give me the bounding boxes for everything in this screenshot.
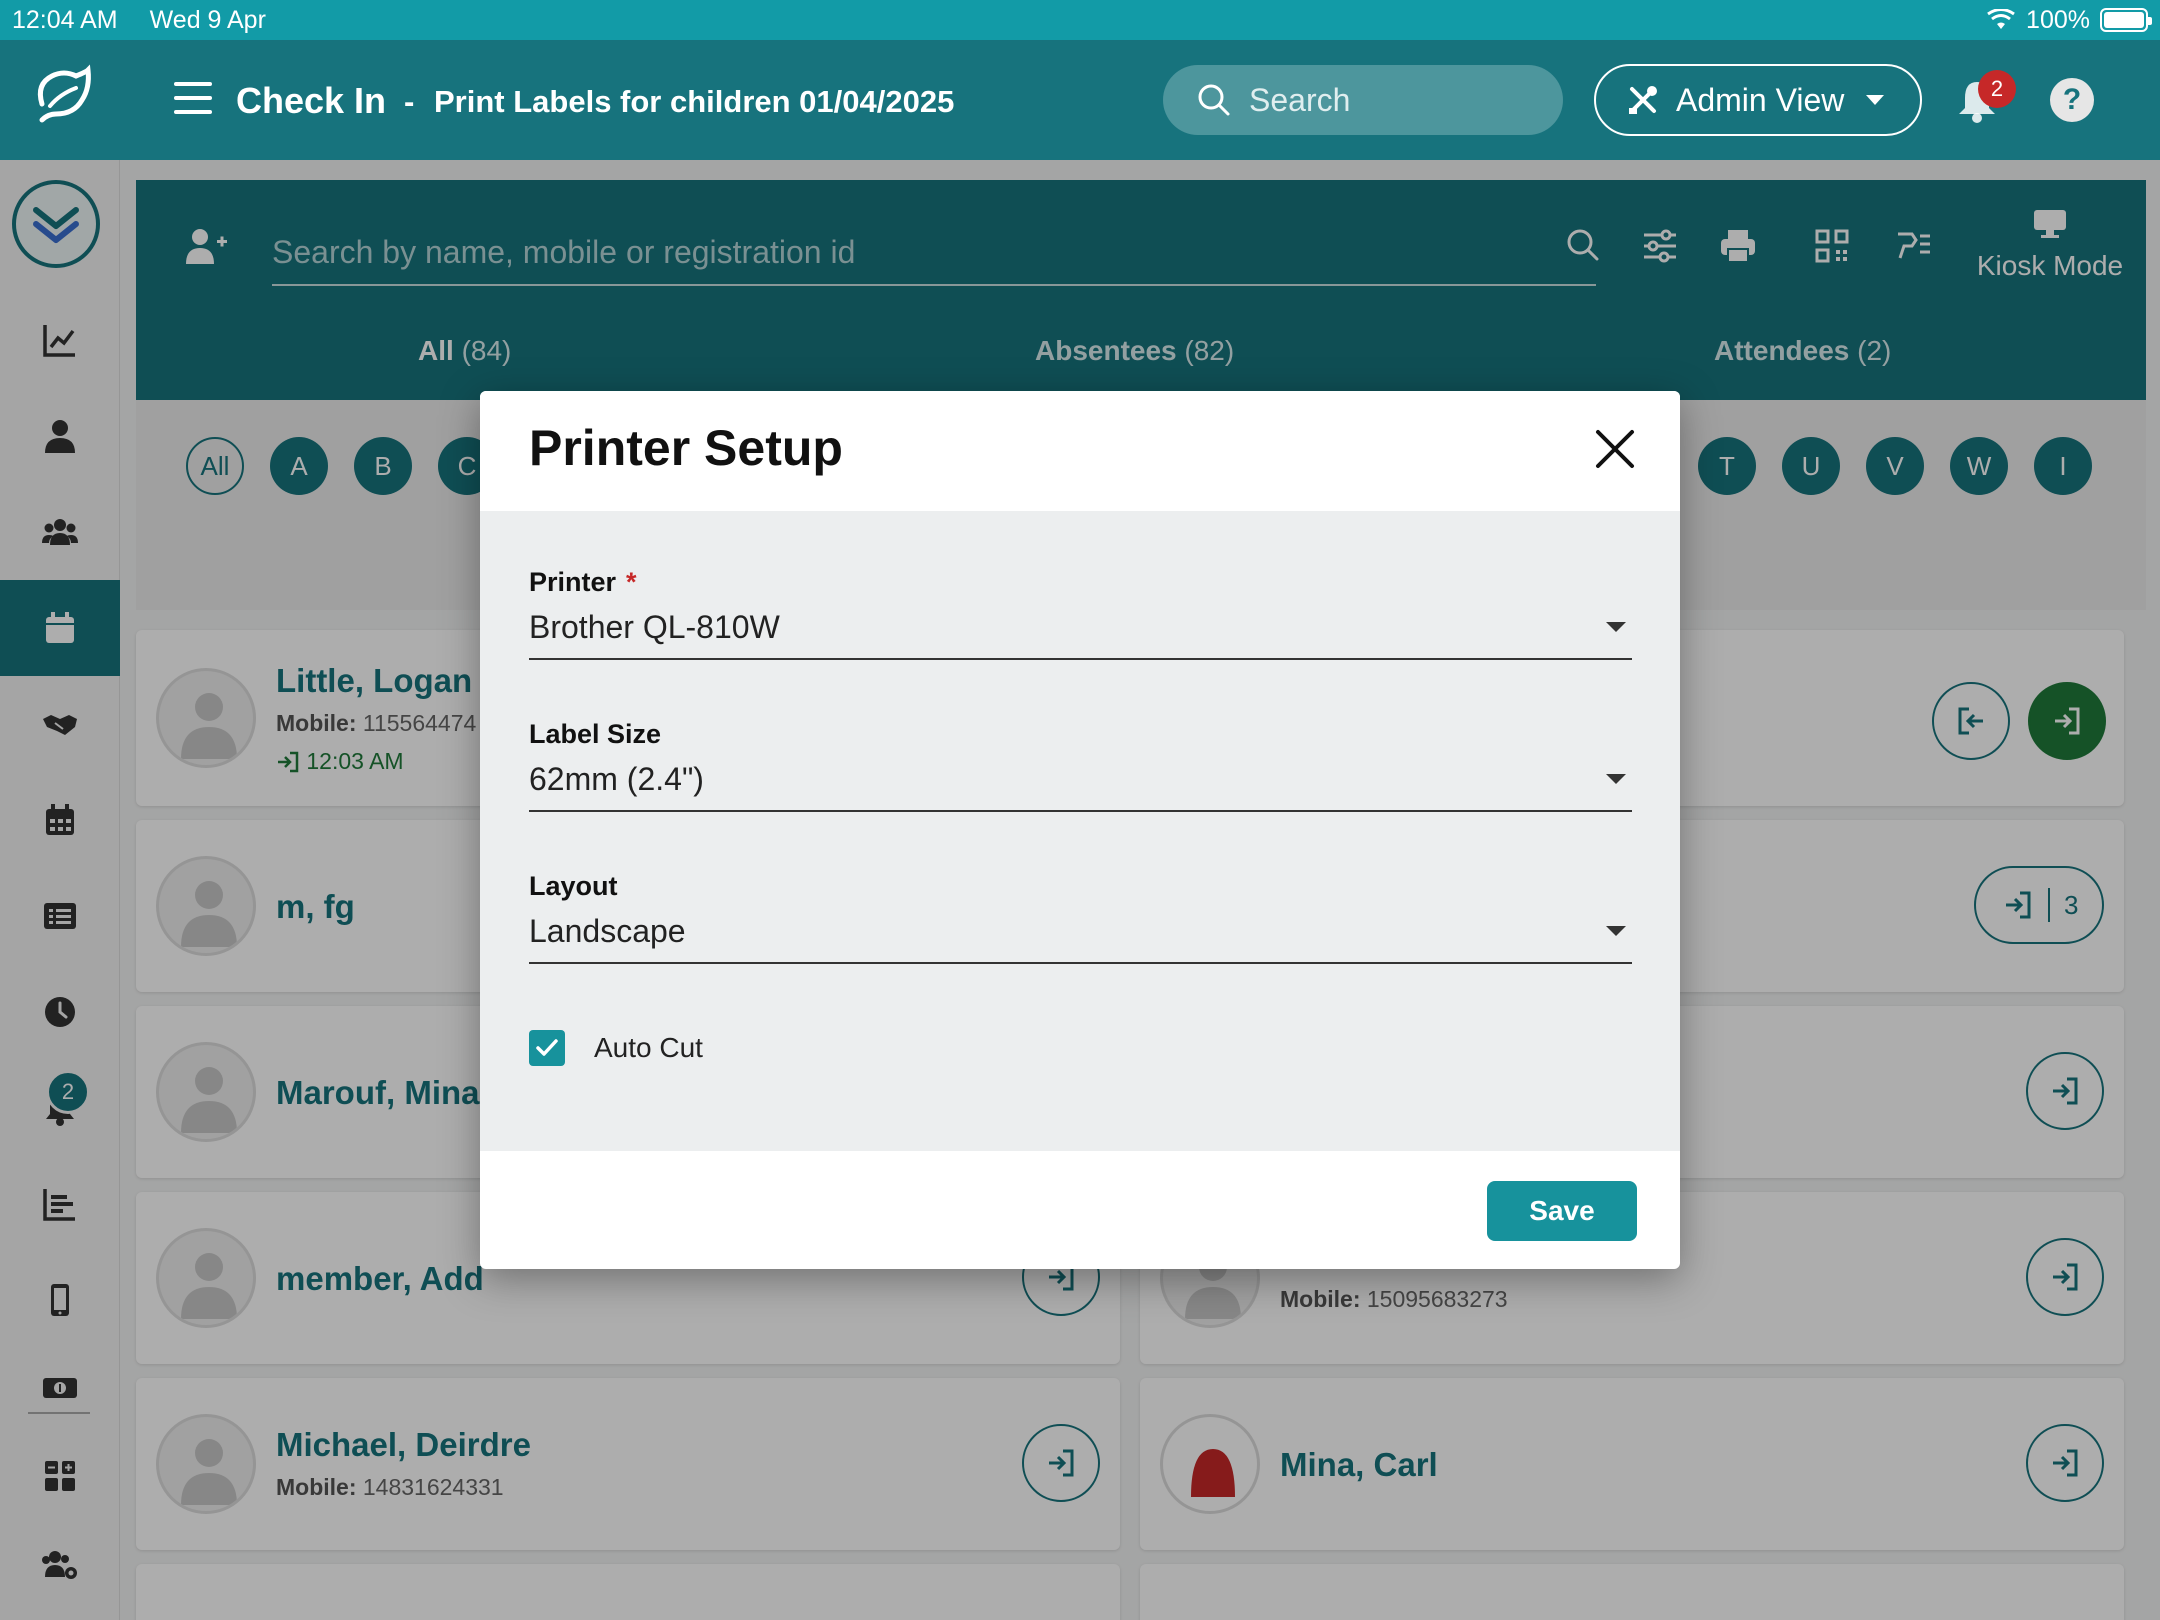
layout-value-text: Landscape	[529, 912, 686, 949]
layout-label: Layout	[529, 871, 618, 901]
admin-view-button[interactable]: Admin View	[1594, 64, 1922, 136]
battery-icon	[2100, 8, 2152, 32]
page-title: Check In	[236, 80, 387, 121]
menu-icon[interactable]	[174, 82, 212, 114]
label-size-value-text: 62mm (2.4")	[529, 760, 704, 797]
wifi-icon	[1987, 9, 2015, 29]
label-size-value[interactable]: 62mm (2.4")	[529, 758, 1632, 812]
required-mark: *	[626, 567, 637, 597]
dialog-title: Printer Setup	[529, 420, 843, 476]
printer-select[interactable]: Printer * Brother QL-810W	[529, 567, 1632, 660]
auto-cut-label[interactable]: Auto Cut	[594, 1030, 703, 1066]
tools-icon	[1629, 86, 1657, 114]
status-time: 12:04 AM	[12, 5, 118, 34]
global-search-input[interactable]: Search	[1163, 65, 1563, 135]
layout-value[interactable]: Landscape	[529, 910, 1632, 964]
printer-value-text: Brother QL-810W	[529, 608, 780, 645]
chevron-down-icon	[1606, 622, 1626, 632]
admin-view-label: Admin View	[1676, 81, 1845, 118]
checkmark-icon	[536, 1039, 558, 1056]
layout-select[interactable]: Layout Landscape	[529, 871, 1632, 964]
page-subtitle: Print Labels for children 01/04/2025	[434, 84, 955, 119]
close-icon[interactable]	[1592, 426, 1638, 472]
printer-label-text: Printer	[529, 567, 617, 597]
battery-percent: 100%	[2026, 5, 2090, 34]
chevron-down-icon	[1606, 926, 1626, 936]
dialog-header: Printer Setup	[480, 391, 1680, 511]
label-size-label: Label Size	[529, 719, 662, 749]
status-date: Wed 9 Apr	[149, 5, 266, 34]
search-icon	[1198, 84, 1230, 116]
app-bar: Check In - Print Labels for children 01/…	[0, 40, 2160, 160]
chevron-down-icon	[1866, 95, 1885, 105]
chevron-down-icon	[1606, 774, 1626, 784]
auto-cut-checkbox[interactable]	[529, 1030, 565, 1066]
title-separator: -	[404, 84, 415, 119]
notification-badge: 2	[1978, 70, 2016, 108]
printer-label: Printer *	[529, 567, 1632, 598]
label-size-select[interactable]: Label Size 62mm (2.4")	[529, 719, 1632, 812]
printer-value[interactable]: Brother QL-810W	[529, 606, 1632, 660]
app-logo-icon	[37, 64, 91, 123]
help-icon[interactable]: ?	[2050, 78, 2094, 122]
global-search-placeholder: Search	[1249, 81, 1351, 118]
status-bar: 12:04 AM Wed 9 Apr 100%	[0, 0, 2160, 40]
save-button[interactable]: Save	[1487, 1181, 1637, 1241]
status-right: 100%	[1986, 5, 2152, 35]
printer-setup-dialog: Printer Setup Printer * Brother QL-810W L…	[480, 391, 1680, 1269]
